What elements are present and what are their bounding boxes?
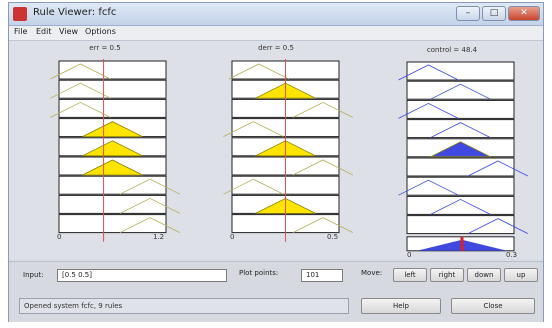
menu-options[interactable]: Options — [85, 27, 116, 36]
help-button[interactable]: Help — [361, 298, 441, 314]
rule-cell — [406, 176, 515, 196]
control-panel: Input: [0.5 0.5] Plot points: 101 Move: … — [9, 261, 543, 322]
input1-max: 1.2 — [153, 233, 165, 241]
move-label: Move: — [361, 269, 383, 277]
input2-max: 0.5 — [327, 233, 339, 241]
rule-cell — [406, 61, 515, 81]
window-title: Rule Viewer: fcfc — [33, 7, 117, 18]
rule-cell — [58, 60, 167, 80]
maximize-icon[interactable]: □ — [482, 6, 506, 21]
menu-bar: File Edit View Options — [9, 26, 543, 41]
output-max: 0.3 — [506, 251, 518, 259]
output-min: 0 — [407, 251, 412, 259]
move-down-button[interactable]: down — [467, 268, 501, 282]
menu-view[interactable]: View — [59, 27, 78, 36]
input1-min: 0 — [57, 233, 62, 241]
close-button[interactable]: Close — [451, 298, 535, 314]
close-icon[interactable]: ✕ — [508, 6, 540, 21]
rule-cell — [58, 98, 167, 118]
status-text: Opened system fcfc, 9 rules — [19, 298, 349, 314]
rule-cell — [58, 79, 167, 99]
minimize-icon[interactable]: – — [456, 6, 480, 21]
input-label: Input: — [23, 271, 44, 279]
plot-points-label: Plot points: — [239, 269, 279, 277]
input2-min: 0 — [230, 233, 235, 241]
input-field[interactable]: [0.5 0.5] — [57, 269, 227, 282]
matlab-icon — [13, 7, 27, 21]
rule-viewer-window: Rule Viewer: fcfc – □ ✕ File Edit View O… — [8, 2, 544, 322]
move-left-button[interactable]: left — [393, 268, 427, 282]
plot-points-field[interactable]: 101 — [301, 269, 343, 282]
rule-cell — [406, 99, 515, 119]
rule-plot-area: err = 0.5 derr = 0.5 control = 48.4 0 1.… — [9, 41, 543, 259]
move-right-button[interactable]: right — [430, 268, 464, 282]
title-bar: Rule Viewer: fcfc – □ ✕ — [9, 3, 543, 26]
menu-edit[interactable]: Edit — [36, 27, 52, 36]
rule-plots — [50, 59, 529, 252]
menu-file[interactable]: File — [14, 27, 27, 36]
move-up-button[interactable]: up — [504, 268, 538, 282]
